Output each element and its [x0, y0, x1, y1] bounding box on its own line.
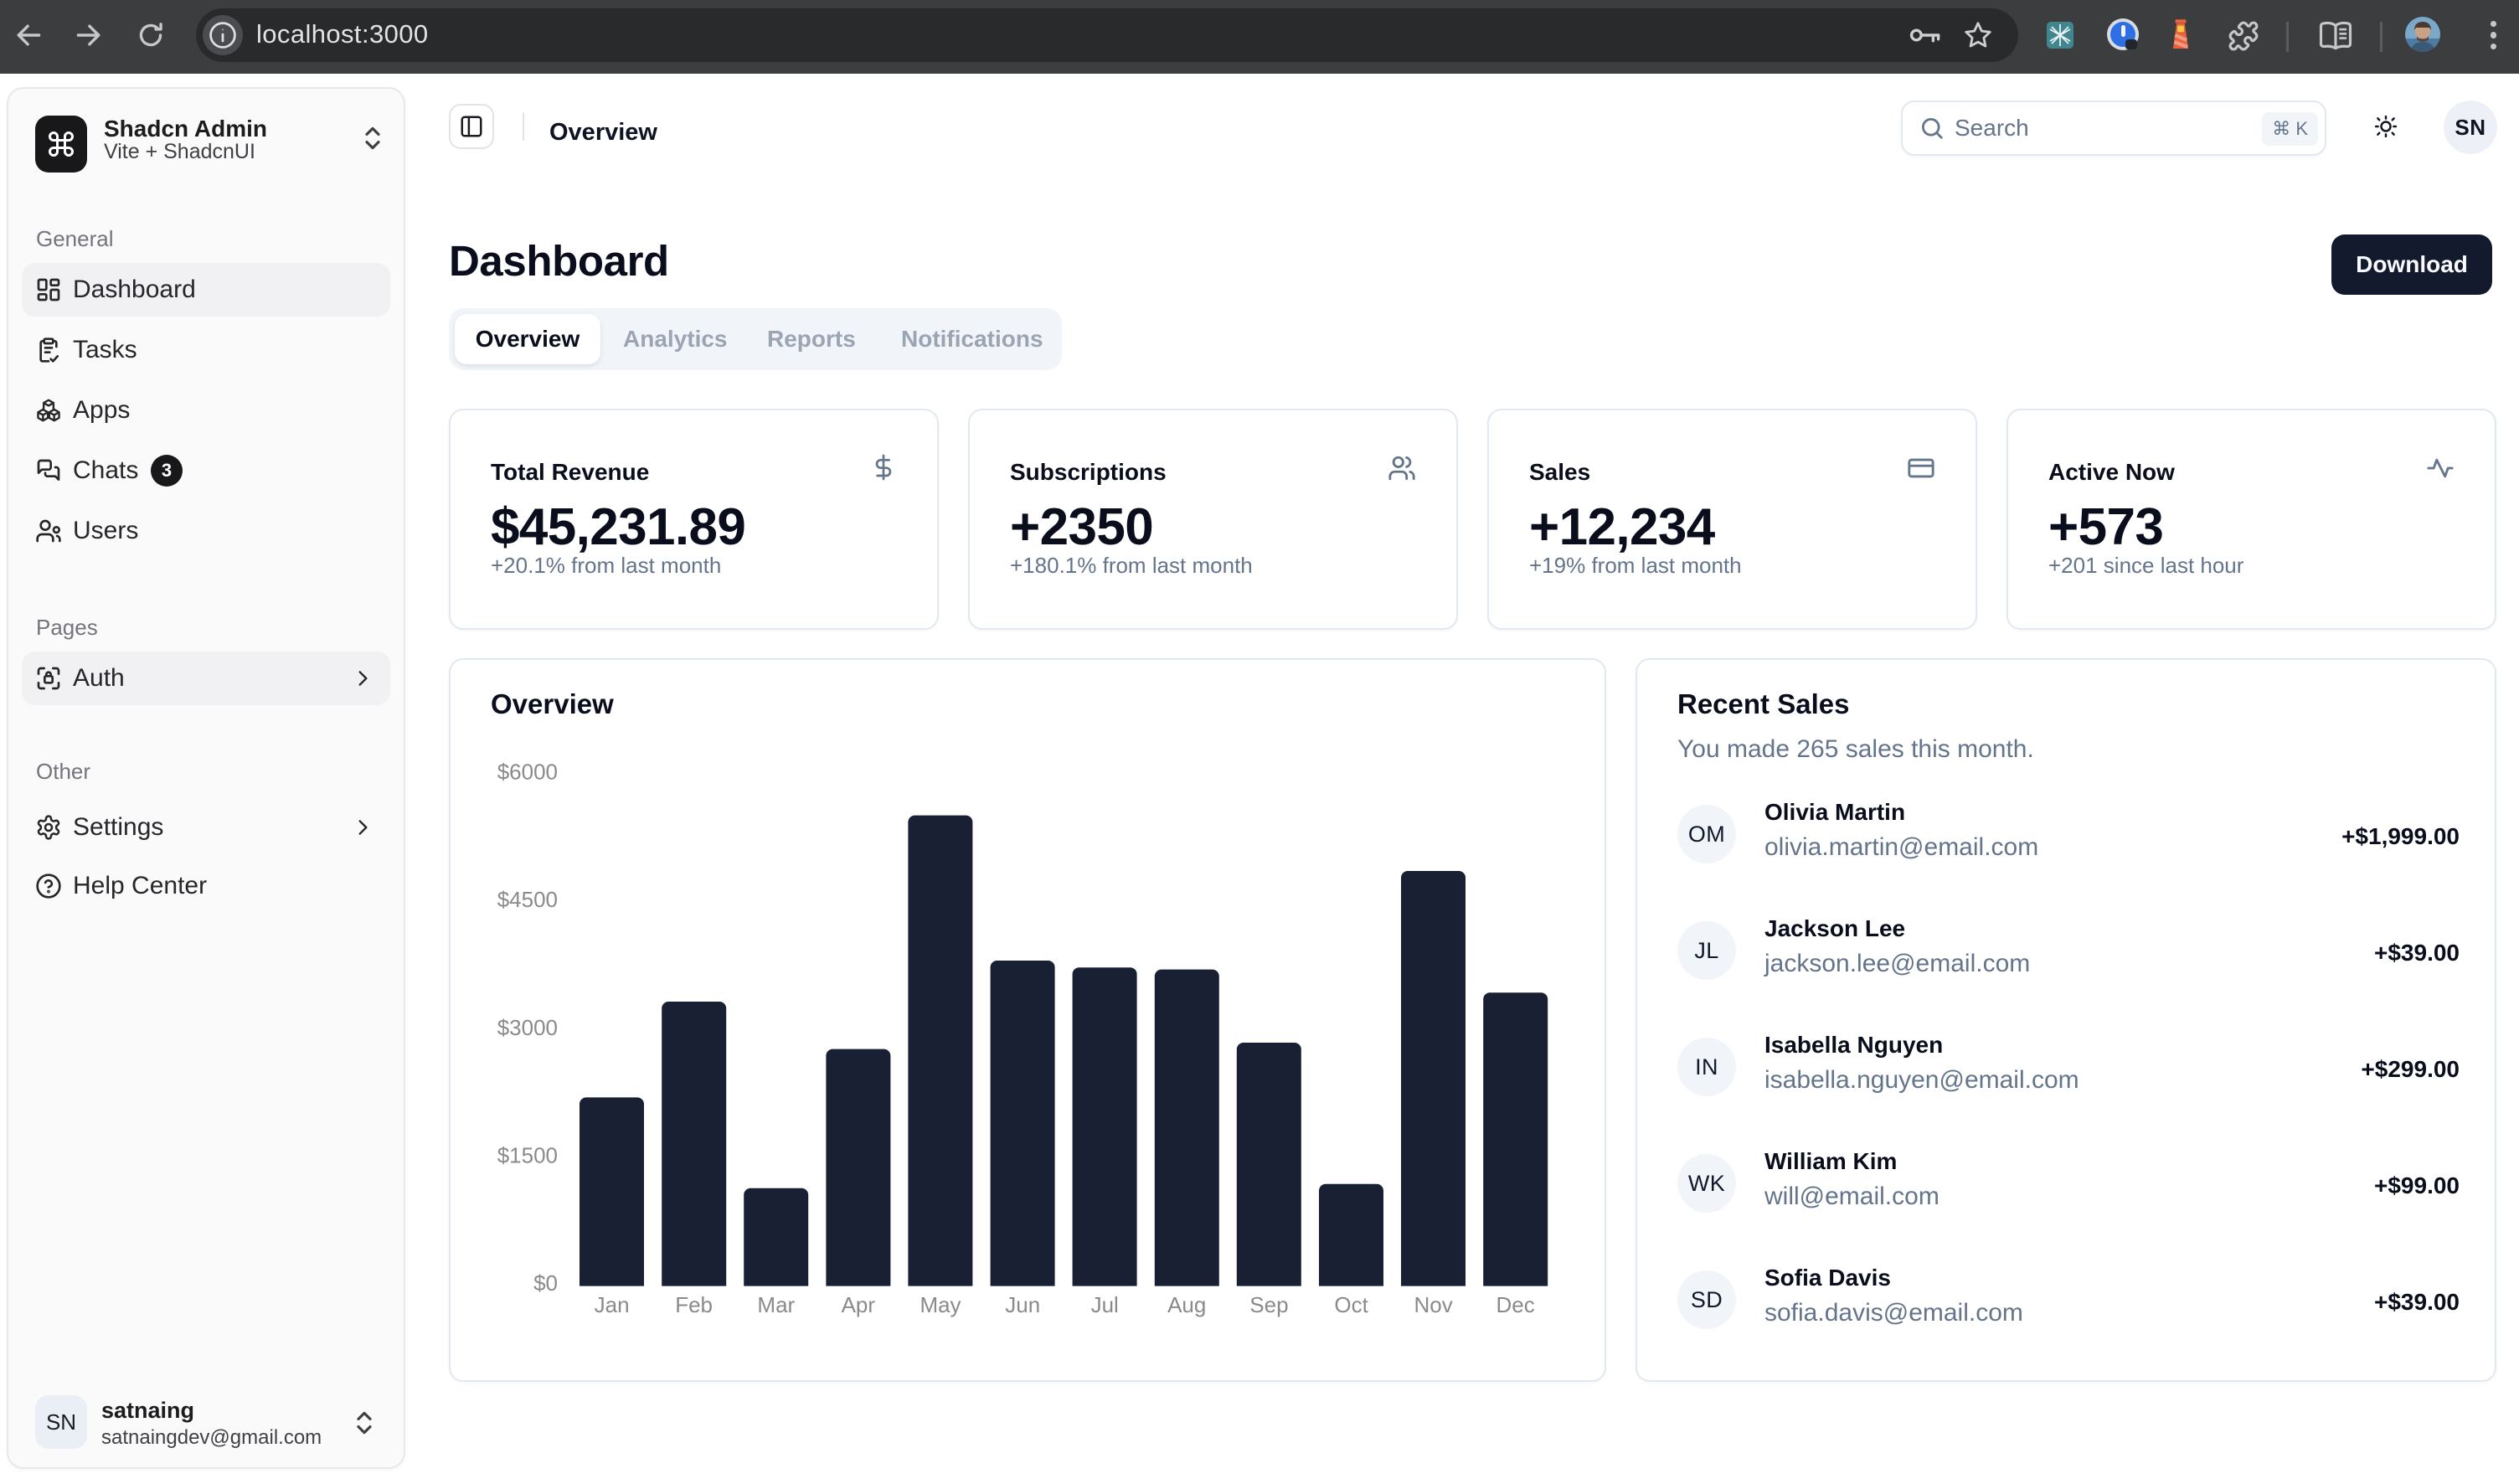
svg-text:$6000: $6000	[497, 760, 558, 785]
svg-text:$3000: $3000	[497, 1015, 558, 1040]
svg-text:$4500: $4500	[497, 887, 558, 912]
svg-text:Aug: Aug	[1167, 1292, 1206, 1317]
svg-text:Apr: Apr	[842, 1292, 876, 1317]
svg-text:$1500: $1500	[497, 1143, 558, 1168]
svg-text:$0: $0	[533, 1270, 558, 1296]
svg-text:Feb: Feb	[675, 1292, 713, 1317]
svg-text:Dec: Dec	[1496, 1292, 1534, 1317]
svg-text:Sep: Sep	[1249, 1292, 1288, 1317]
svg-text:Jul: Jul	[1091, 1292, 1119, 1317]
svg-text:Mar: Mar	[757, 1292, 795, 1317]
svg-text:Oct: Oct	[1334, 1292, 1368, 1317]
svg-text:Jun: Jun	[1005, 1292, 1040, 1317]
svg-text:May: May	[920, 1292, 961, 1317]
svg-text:Jan: Jan	[595, 1292, 630, 1317]
svg-text:Nov: Nov	[1414, 1292, 1452, 1317]
